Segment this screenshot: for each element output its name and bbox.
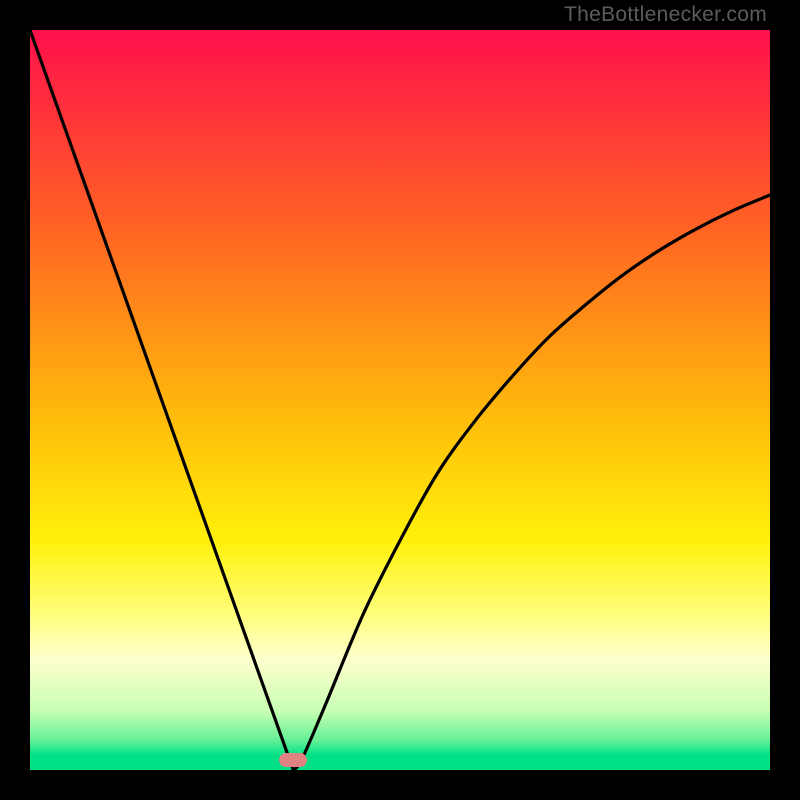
chart-frame: TheBottlenecker.com [0, 0, 800, 800]
bottleneck-curve [30, 30, 770, 770]
minimum-marker [279, 753, 307, 767]
plot-area [30, 30, 770, 770]
watermark-text: TheBottlenecker.com [564, 3, 767, 27]
